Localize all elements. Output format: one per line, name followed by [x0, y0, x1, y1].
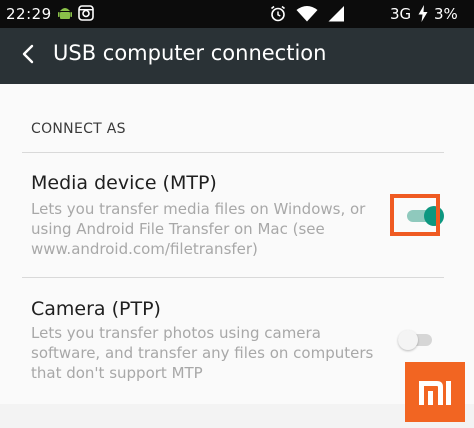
status-bar: 22:29 3G 3%	[0, 0, 474, 28]
ptp-toggle[interactable]	[398, 329, 434, 350]
instagram-icon	[78, 5, 94, 25]
back-arrow-icon	[21, 44, 35, 68]
option-title: Media device (MTP)	[31, 172, 217, 194]
alarm-icon	[270, 5, 286, 26]
app-bar: USB computer connection	[0, 28, 474, 84]
option-title: Camera (PTP)	[31, 298, 161, 320]
status-time: 22:29	[6, 5, 52, 23]
option-description: Lets you transfer media files on Windows…	[31, 200, 366, 258]
signal-icon	[328, 6, 345, 26]
network-type: 3G	[390, 5, 412, 23]
highlight-box	[390, 194, 440, 236]
charging-bolt-icon	[418, 5, 428, 26]
section-header: CONNECT AS	[31, 121, 126, 137]
battery-level: 3%	[434, 5, 458, 23]
option-description: Lets you transfer photos using camera so…	[31, 324, 374, 382]
toggle-thumb	[398, 330, 418, 350]
settings-content: CONNECT AS Media device (MTP) Lets you t…	[0, 84, 474, 428]
page-title: USB computer connection	[53, 41, 327, 65]
option-camera[interactable]: Camera (PTP) Lets you transfer photos us…	[0, 278, 474, 402]
wifi-icon	[296, 6, 318, 26]
mi-logo-icon	[405, 362, 465, 422]
android-icon	[58, 5, 72, 25]
back-button[interactable]	[12, 40, 44, 72]
bottom-strip	[0, 404, 474, 428]
